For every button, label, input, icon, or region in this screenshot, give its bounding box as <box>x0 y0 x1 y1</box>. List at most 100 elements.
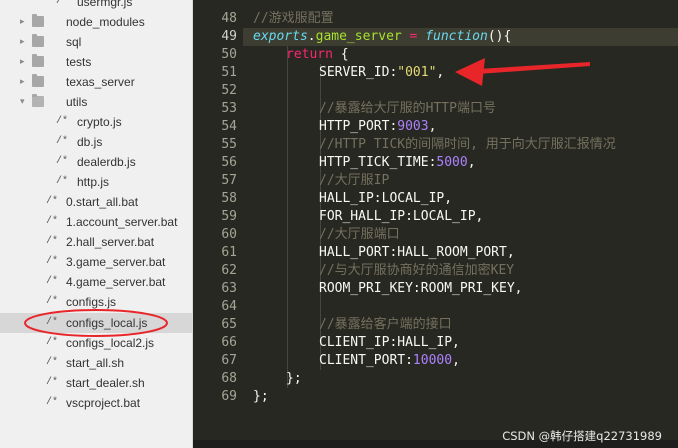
chevron-right-icon[interactable]: ▸ <box>20 16 28 27</box>
line-number: 64 <box>221 299 237 314</box>
sidebar-item[interactable]: /* 3.game_server.bat <box>0 252 192 272</box>
string-value: "001" <box>397 65 437 80</box>
comma: , <box>467 155 476 170</box>
closing-brace: }; <box>253 389 269 404</box>
chevron-right-icon[interactable]: ▸ <box>20 76 28 87</box>
file-icon: /* <box>46 236 59 247</box>
code-line-67[interactable]: CLIENT_PORT:10000, <box>319 352 460 370</box>
sidebar-item[interactable]: /* http.js <box>0 172 192 192</box>
sidebar-item-label: 0.start_all.bat <box>66 195 139 209</box>
sidebar-item[interactable]: ▾ utils <box>0 92 192 112</box>
sidebar-item-label: 4.game_server.bat <box>66 275 166 289</box>
sidebar-item[interactable]: /* 0.start_all.bat <box>0 192 192 212</box>
sidebar-item[interactable]: /* 1.account_server.bat <box>0 212 192 232</box>
code-editor[interactable]: 48 49 50 51 52 53 54 55 56 57 58 59 60 61 62 63 64 65 66 67… <box>193 0 678 448</box>
code-line-60[interactable]: //大厅服端口 <box>319 226 400 244</box>
sidebar-item[interactable]: /* crypto.js <box>0 112 192 132</box>
comment: //大厅服端口 <box>319 227 400 242</box>
line-number: 52 <box>221 83 237 98</box>
code-line-59[interactable]: FOR_HALL_IP:LOCAL_IP, <box>319 208 483 226</box>
sidebar-item-label: tests <box>66 55 92 69</box>
closing-brace: }; <box>286 371 302 386</box>
line-number: 60 <box>221 227 237 242</box>
line-number: 48 <box>221 11 237 26</box>
number-value: 9003 <box>397 119 429 134</box>
comma: , <box>436 65 445 80</box>
sidebar-item[interactable]: /* configs.js <box>0 292 192 312</box>
sidebar-item[interactable]: /* configs_local2.js <box>0 333 192 353</box>
sidebar-item-label: sql <box>66 35 82 49</box>
function-paren: (){ <box>487 29 512 44</box>
code-line-61[interactable]: HALL_PORT:HALL_ROOM_PORT, <box>319 244 515 262</box>
key: SERVER_ID: <box>319 65 398 80</box>
comment: //暴露给大厅服的HTTP端口号 <box>319 101 496 116</box>
code-line-51[interactable]: SERVER_ID:"001", <box>319 64 444 82</box>
sidebar-item-label: node_modules <box>66 15 145 29</box>
sidebar-item[interactable]: /* vscproject.bat <box>0 393 192 413</box>
folder-icon <box>32 34 44 47</box>
sidebar-item[interactable]: ▸ tests <box>0 52 192 72</box>
function-keyword: function <box>425 29 488 44</box>
statement: HALL_IP:LOCAL_IP, <box>319 191 453 206</box>
file-icon: /* <box>56 176 69 187</box>
sidebar-item[interactable]: /* 4.game_server.bat <box>0 272 192 292</box>
sidebar-item-label: dealerdb.js <box>77 155 136 169</box>
sidebar-item-label: crypto.js <box>77 115 122 129</box>
line-number: 58 <box>221 191 237 206</box>
code-line-49[interactable]: exports.game_server = function(){ <box>253 28 511 46</box>
sidebar-item[interactable]: ▸ sql <box>0 32 192 52</box>
sidebar-item-label: start_all.sh <box>66 356 125 370</box>
line-number: 54 <box>221 119 237 134</box>
sidebar-item[interactable]: /* 2.hall_server.bat <box>0 232 192 252</box>
sidebar-item-label: http.js <box>77 175 110 189</box>
line-number: 55 <box>221 137 237 152</box>
line-number: 66 <box>221 335 237 350</box>
line-number: 62 <box>221 263 237 278</box>
sidebar-item-label: configs_local.js <box>66 316 148 330</box>
sidebar-item[interactable]: /* usermgr.js <box>0 0 192 12</box>
code-line-53[interactable]: //暴露给大厅服的HTTP端口号 <box>319 100 496 118</box>
sidebar-item[interactable]: /* configs_local.js <box>0 313 192 333</box>
line-number: 53 <box>221 101 237 116</box>
sidebar-item[interactable]: ▸ node_modules <box>0 12 192 32</box>
code-line-63[interactable]: ROOM_PRI_KEY:ROOM_PRI_KEY, <box>319 280 523 298</box>
code-line-57[interactable]: //大厅服IP <box>319 172 389 190</box>
code-line-62[interactable]: //与大厅服协商好的通信加密KEY <box>319 262 514 280</box>
code-line-48[interactable]: //游戏服配置 <box>253 10 334 28</box>
code-line-58[interactable]: HALL_IP:LOCAL_IP, <box>319 190 452 208</box>
indent-guide <box>287 46 288 388</box>
comment: //与大厅服协商好的通信加密KEY <box>319 263 515 278</box>
number-value: 10000 <box>412 353 453 368</box>
code-line-69[interactable]: }; <box>253 388 269 406</box>
code-line-55[interactable]: //HTTP TICK的间隔时间, 用于向大厅服汇报情况 <box>319 136 616 154</box>
line-number: 65 <box>221 317 237 332</box>
code-line-50[interactable]: return { <box>286 46 349 64</box>
line-number: 57 <box>221 173 237 188</box>
chevron-right-icon[interactable]: ▸ <box>20 56 28 67</box>
key: CLIENT_PORT: <box>319 353 413 368</box>
line-number: 56 <box>221 155 237 170</box>
sidebar-item-label: usermgr.js <box>77 0 133 9</box>
comment: //暴露给客户端的接口 <box>319 317 452 332</box>
file-icon: /* <box>46 377 59 388</box>
sidebar-item[interactable]: /* start_all.sh <box>0 353 192 373</box>
code-line-66[interactable]: CLIENT_IP:HALL_IP, <box>319 334 460 352</box>
chevron-down-icon[interactable]: ▾ <box>20 96 28 107</box>
exports-keyword: exports <box>253 29 308 44</box>
code-line-56[interactable]: HTTP_TICK_TIME:5000, <box>319 154 476 172</box>
sidebar-item[interactable]: ▸ texas_server <box>0 72 192 92</box>
code-line-65[interactable]: //暴露给客户端的接口 <box>319 316 452 334</box>
file-icon: /* <box>56 156 69 167</box>
sidebar-item[interactable]: /* db.js <box>0 132 192 152</box>
file-icon: /* <box>56 0 69 7</box>
file-icon: /* <box>46 256 59 267</box>
statement: ROOM_PRI_KEY:ROOM_PRI_KEY, <box>319 281 523 296</box>
code-line-54[interactable]: HTTP_PORT:9003, <box>319 118 436 136</box>
code-line-68[interactable]: }; <box>286 370 302 388</box>
sidebar-item[interactable]: /* start_dealer.sh <box>0 373 192 393</box>
chevron-right-icon[interactable]: ▸ <box>20 36 28 47</box>
property-name: game_server <box>315 29 402 44</box>
line-number-gutter: 48 49 50 51 52 53 54 55 56 57 58 59 60 61 62 63 64 65 66 67… <box>193 0 243 448</box>
sidebar-item[interactable]: /* dealerdb.js <box>0 152 192 172</box>
statement: HALL_PORT:HALL_ROOM_PORT, <box>319 245 515 260</box>
